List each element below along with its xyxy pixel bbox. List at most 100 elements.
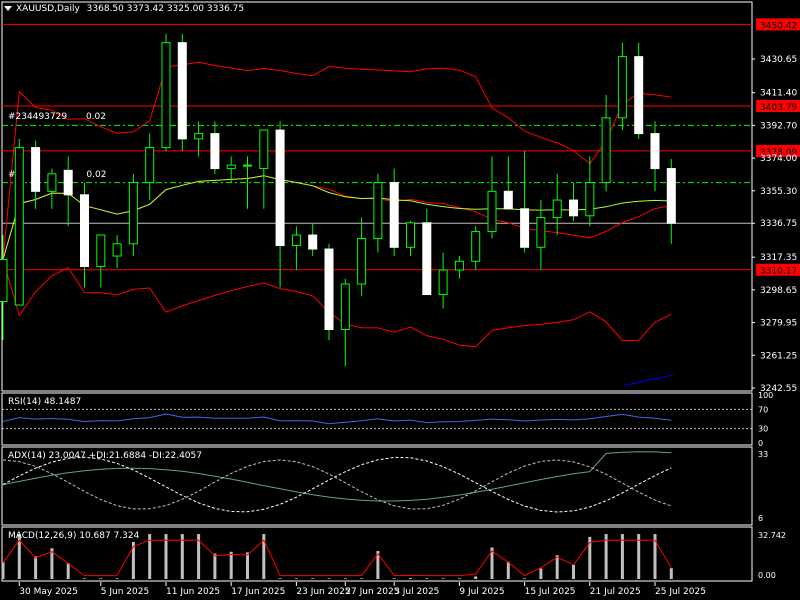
candle-body (666, 168, 676, 224)
macd-histogram-bar (523, 578, 527, 579)
macd-title: MACD(12,26,9) 10.687 7.324 (8, 531, 140, 541)
macd-histogram-bar (441, 578, 445, 579)
candle-body (259, 129, 269, 170)
candle-body (243, 164, 252, 167)
candle-body (308, 234, 318, 250)
price-tick-label: 3261.25 (760, 351, 797, 361)
candle-body (552, 199, 562, 219)
candle-body (503, 190, 513, 210)
ohlc-values: 3368.50 3373.42 3325.00 3336.75 (86, 4, 245, 14)
candle-body (291, 234, 301, 247)
macd-histogram-bar (392, 578, 396, 579)
macd-histogram-bar (229, 551, 233, 579)
price-tick-label: 3355.30 (760, 187, 797, 197)
price-tick-label: 3336.75 (760, 219, 797, 229)
macd-histogram-bar (213, 553, 217, 579)
candle-body (634, 56, 644, 135)
candle-body (275, 129, 285, 247)
date-tick-label: 15 Jul 2025 (525, 587, 576, 597)
price-level-label: 3310.17 (760, 267, 797, 277)
date-tick-label: 30 May 2025 (19, 587, 78, 597)
order-label-1[interactable]: #234493729 0.02 (8, 112, 110, 122)
macd-histogram-bar (164, 534, 168, 579)
date-tick-label: 25 Jul 2025 (655, 587, 706, 597)
macd-histogram-bar (457, 578, 461, 579)
macd-histogram-bar (572, 564, 575, 579)
macd-histogram-bar (539, 568, 543, 579)
candle-body (454, 260, 464, 271)
candle-body (650, 133, 660, 170)
rsi-axis-label: 70 (758, 405, 768, 414)
candle-body (128, 182, 138, 245)
macd-histogram-bar (278, 578, 282, 579)
date-tick-label: 11 Jun 2025 (166, 587, 220, 597)
order-label-2[interactable]: # 0.02 (8, 170, 110, 180)
rsi-axis-label: 30 (758, 425, 768, 434)
candle-body (226, 164, 236, 170)
date-tick-label: 5 Jun 2025 (101, 587, 149, 597)
candle-body (487, 190, 497, 233)
candle-body (569, 199, 578, 217)
bollinger-upper (2, 61, 672, 260)
price-tick-label: 3317.35 (760, 253, 797, 263)
adx-axis-label: 6 (758, 514, 763, 523)
macd-signal-line (2, 539, 672, 577)
price-level-label: 3450.42 (760, 21, 797, 31)
order-volume: 0.02 (86, 170, 107, 180)
candle-body (536, 217, 546, 248)
macd-histogram-bar (637, 534, 641, 579)
rsi-title: RSI(14) 48.1487 (8, 397, 82, 407)
candle-body (324, 248, 334, 330)
adx-title: ADX(14) 23.0047 +DI:21.6884 -DI:22.4057 (8, 451, 202, 461)
macd-histogram-bar (409, 578, 412, 579)
rsi-axis-label: 0 (758, 439, 763, 448)
rsi-axis-label: 100 (758, 391, 773, 400)
macd-histogram-bar (474, 576, 478, 579)
date-tick-label: 9 Jul 2025 (459, 587, 504, 597)
macd-axis-label: 0.00 (758, 571, 776, 580)
macd-histogram-bar (311, 578, 315, 579)
date-tick-label: 27 Jun 2025 (345, 587, 399, 597)
price-tick-label: 3411.40 (760, 89, 797, 99)
macd-histogram-bar (294, 578, 298, 579)
macd-histogram-bar (343, 578, 347, 579)
candle-body (80, 194, 89, 268)
macd-histogram-bar (246, 552, 249, 579)
price-tick-label: 3279.95 (760, 319, 797, 329)
macd-histogram-bar (1, 562, 5, 579)
macd-histogram-bar (620, 534, 624, 579)
macd-histogram-bar (180, 534, 184, 579)
symbol-timeframe: XAUUSD,Daily (16, 4, 80, 14)
macd-histogram-bar (425, 578, 429, 579)
adx-axis-label: 33 (758, 450, 768, 459)
macd-histogram-bar (327, 578, 331, 579)
macd-axis-label: 32.742 (758, 531, 786, 540)
candle-body (617, 56, 627, 119)
candle-body (406, 222, 415, 248)
macd-histogram-bar (506, 561, 510, 579)
candle-body (161, 42, 171, 149)
price-tick-label: 3430.65 (760, 55, 797, 65)
macd-histogram-bar (34, 556, 38, 579)
candle-body (0, 259, 8, 303)
price-tick-label: 3374.00 (760, 154, 797, 164)
date-tick-label: 17 Jun 2025 (231, 587, 285, 597)
order-ticket: #234493729 (8, 112, 68, 122)
candle-body (96, 234, 106, 268)
date-tick-label: 3 Jul 2025 (394, 587, 439, 597)
trading-chart[interactable]: 3450.423403.793378.093310.173430.653411.… (0, 0, 800, 600)
candle-body (357, 238, 367, 285)
order-volume: 0.02 (85, 112, 106, 122)
order-ticket: # (8, 170, 16, 180)
macd-histogram-bar (83, 578, 86, 579)
candle-body (373, 182, 383, 240)
date-tick-label: 23 Jun 2025 (296, 587, 350, 597)
macd-histogram-bar (669, 568, 673, 579)
minus-di-line (2, 459, 672, 510)
date-tick-label: 21 Jul 2025 (590, 587, 641, 597)
candle-body (422, 222, 432, 296)
candle-body (438, 269, 448, 296)
rsi-line (2, 413, 672, 425)
dropdown-triangle-icon[interactable] (4, 6, 12, 11)
price-tick-label: 3392.70 (760, 121, 797, 131)
